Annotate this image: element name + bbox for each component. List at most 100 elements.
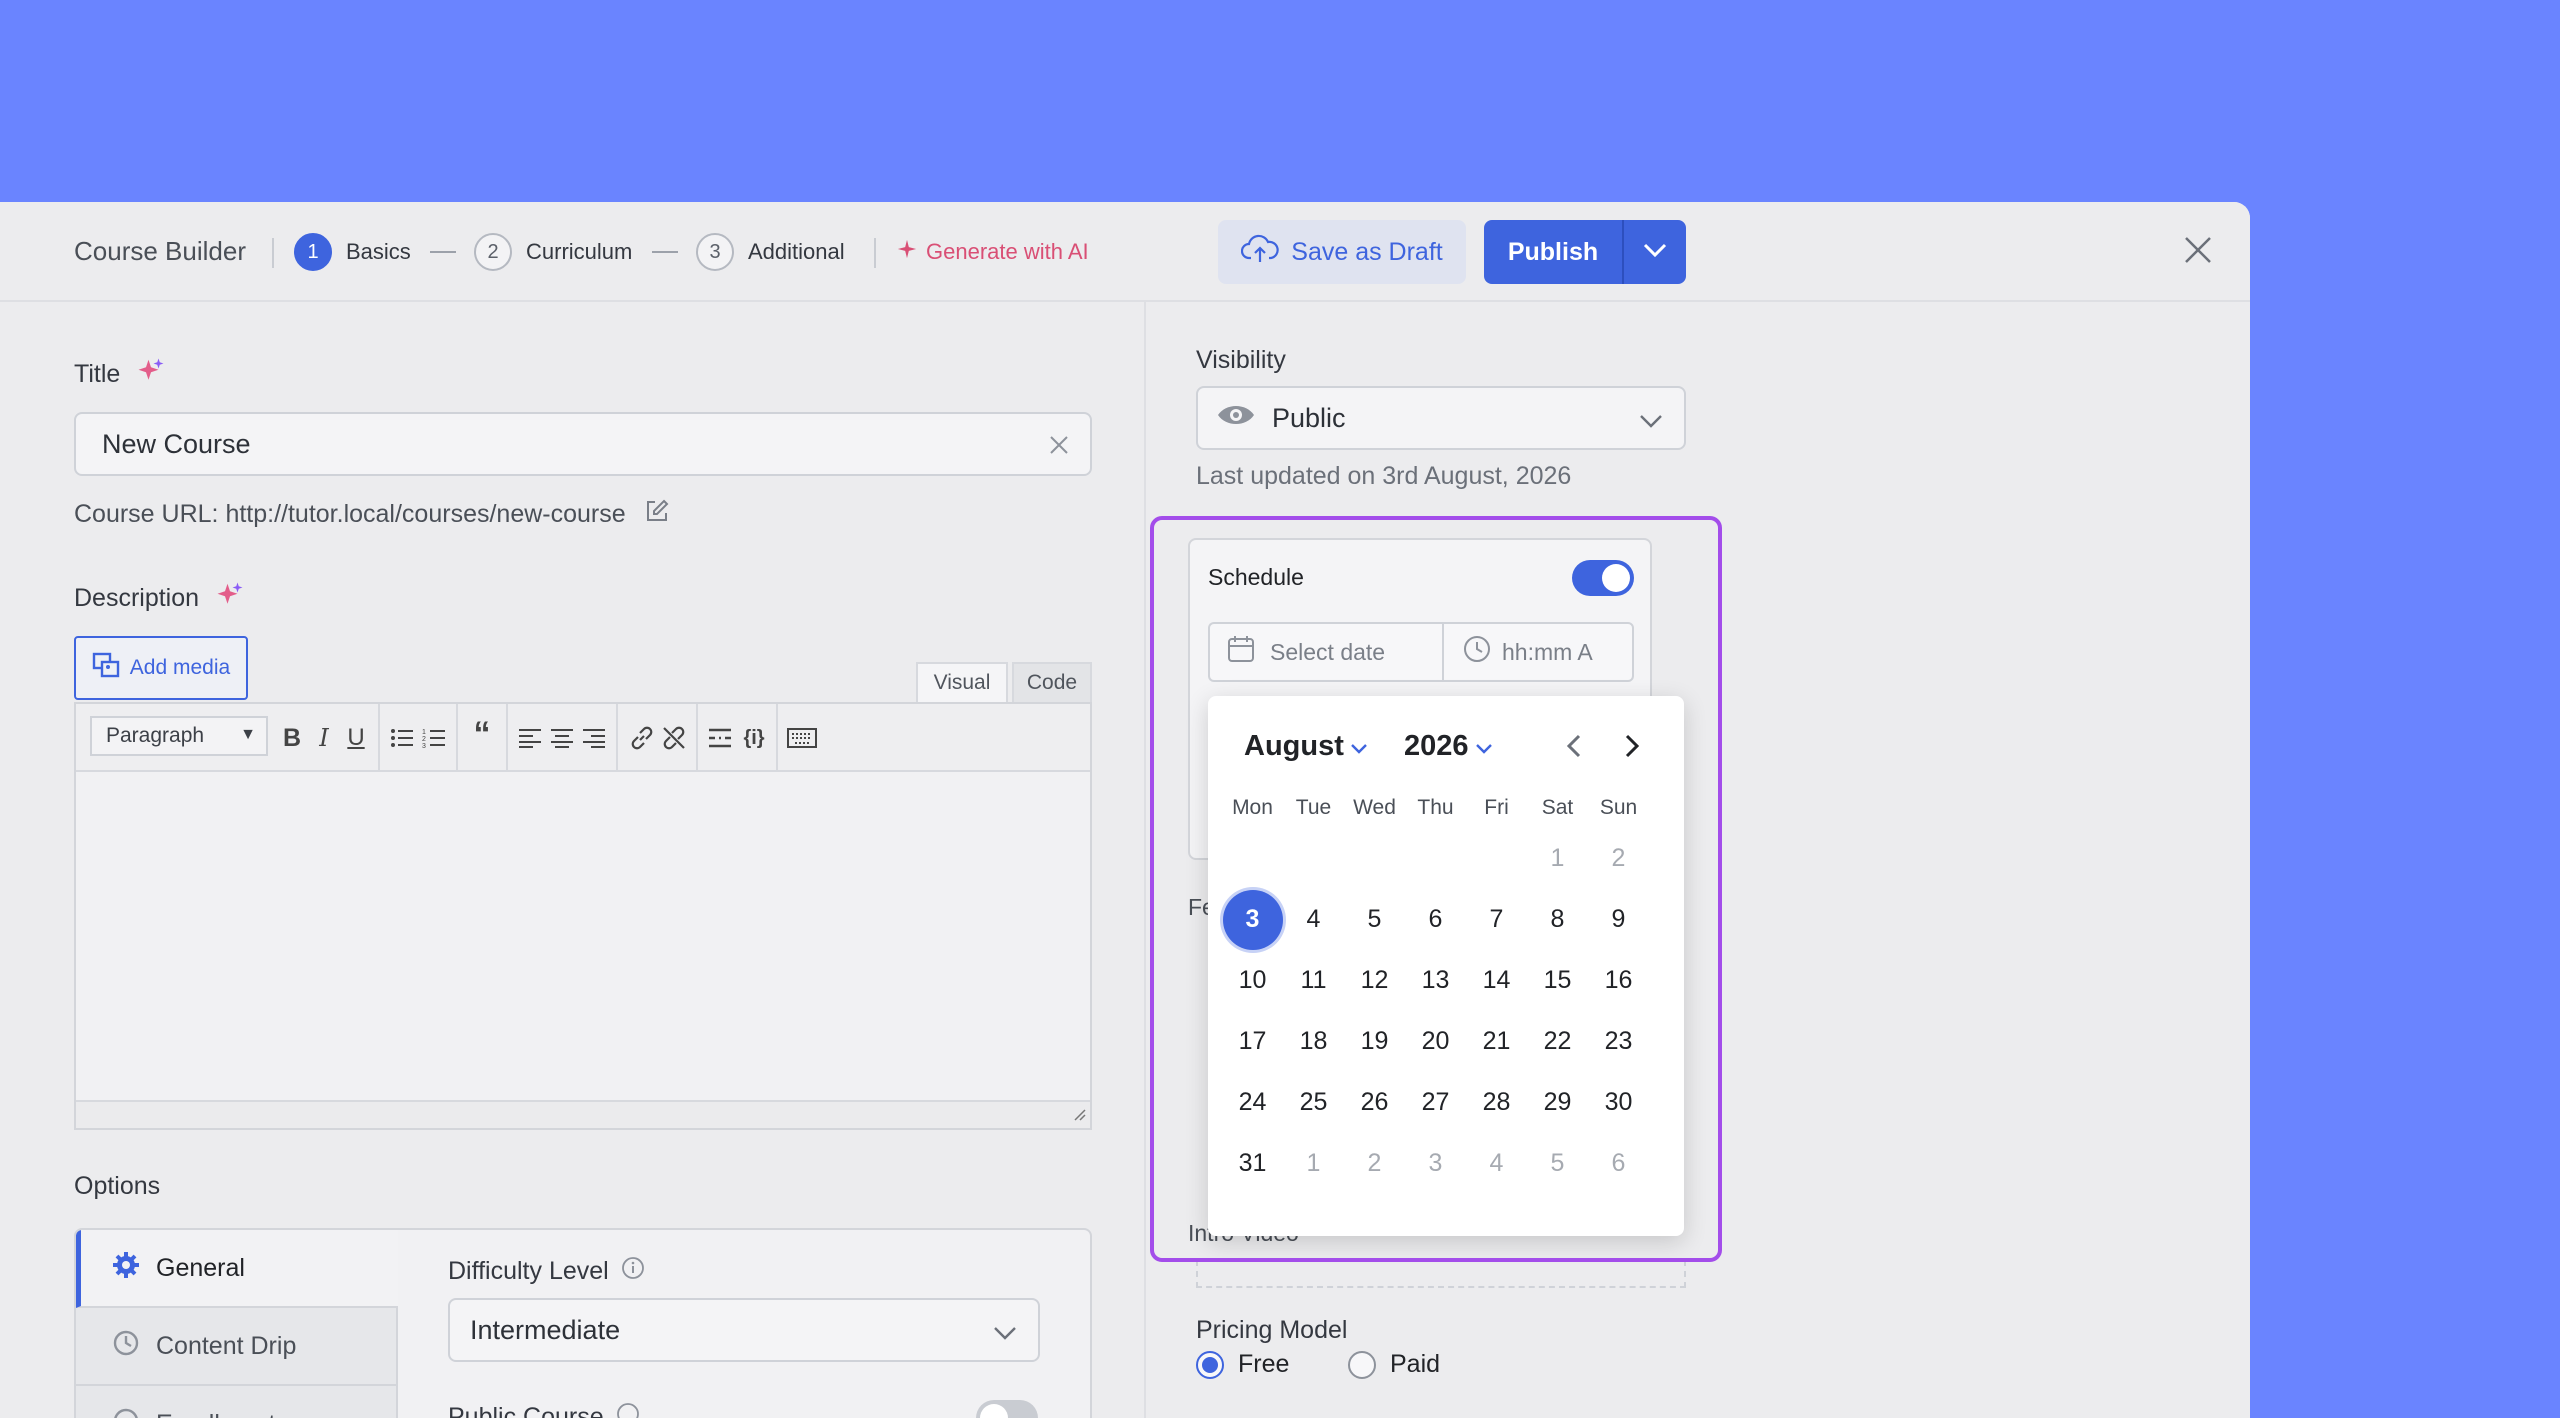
radio-label: Paid [1390,1350,1441,1378]
save-as-draft-label: Save as Draft [1291,237,1443,266]
public-course-label: Public Course [448,1403,604,1418]
keyboard-icon[interactable] [786,722,818,754]
options-tab-general[interactable]: General [76,1230,398,1308]
underline-icon[interactable]: U [340,722,372,754]
cloud-upload-icon [1241,234,1279,271]
editor-toolbar: Paragraph ▼ B I U 123 “ {i} [76,704,1090,772]
builder-title: Course Builder [74,236,246,266]
svg-text:2: 2 [422,736,426,743]
pricing-paid-radio[interactable]: Paid [1348,1350,1440,1379]
edit-icon[interactable] [644,498,670,531]
link-icon[interactable] [626,722,658,754]
bullet-list-icon[interactable] [386,722,418,754]
resize-handle-icon[interactable] [1070,1105,1086,1126]
chevron-down-icon [1638,406,1664,437]
header-bar: Course Builder 1 Basics 2 Curriculum 3 A… [0,202,2250,302]
options-tab-enrollment[interactable]: Enrollment [76,1386,398,1418]
toolbar-divider [456,704,458,772]
svg-text:3: 3 [422,743,426,749]
course-url: Course URL: http://tutor.local/courses/n… [74,500,626,528]
difficulty-label: Difficulty Level [448,1257,609,1285]
close-button[interactable] [2178,232,2218,272]
tab-code[interactable]: Code [1012,662,1092,702]
options-tab-content-drip[interactable]: Content Drip [76,1308,398,1386]
toolbar-divider [506,704,508,772]
publish-options-button[interactable] [1622,220,1686,284]
visibility-label: Visibility [1196,346,1286,374]
caret-down-icon: ▼ [240,726,256,743]
step-number: 1 [294,233,332,271]
pricing-model-label: Pricing Model [1196,1316,1348,1344]
description-editor[interactable]: Paragraph ▼ B I U 123 “ {i} [74,702,1092,1130]
align-center-icon[interactable] [546,722,578,754]
info-icon[interactable] [616,1402,640,1418]
sparkle-icon [896,238,918,266]
sparkle-icon[interactable] [136,356,166,393]
public-course-row: Public Course [448,1402,640,1418]
italic-icon[interactable]: I [308,722,340,754]
bold-icon[interactable]: B [276,722,308,754]
svg-text:1: 1 [422,729,426,736]
description-label: Description [74,584,200,612]
publish-button[interactable]: Publish [1484,220,1622,284]
title-label-row: Title [74,356,166,393]
toolbar-divider [696,704,698,772]
media-icon [92,652,120,684]
course-url-row: Course URL: http://tutor.local/courses/n… [74,498,670,531]
description-label-row: Description [74,580,245,617]
chevron-down-icon [1641,241,1669,264]
radio-button [1196,1350,1224,1379]
visibility-select[interactable]: Public [1196,386,1686,450]
unlink-icon[interactable] [658,722,690,754]
read-more-icon[interactable] [704,722,736,754]
generate-with-ai-button[interactable]: Generate with AI [896,238,1089,266]
step-additional[interactable]: 3 Additional [696,232,845,272]
toggle-knob [980,1404,1008,1418]
difficulty-value: Intermediate [470,1314,621,1345]
user-icon [112,1407,140,1418]
step-basics[interactable]: 1 Basics [294,232,411,272]
course-builder-panel: Course Builder 1 Basics 2 Curriculum 3 A… [0,202,2250,1418]
options-label: Options [74,1172,161,1200]
difficulty-label-row: Difficulty Level [448,1256,645,1287]
shortcode-icon[interactable]: {i} [738,722,770,754]
tab-visual[interactable]: Visual [916,662,1008,702]
paragraph-select[interactable]: Paragraph ▼ [90,716,268,756]
last-updated-text: Last updated on 3rd August, 2026 [1196,462,1572,490]
public-course-toggle[interactable] [976,1400,1038,1418]
align-left-icon[interactable] [514,722,546,754]
visibility-value: Public [1272,402,1346,433]
options-tab-label: General [156,1253,245,1282]
save-as-draft-button[interactable]: Save as Draft [1218,220,1466,284]
toolbar-divider [616,704,618,772]
basics-form: Title New Course Course URL: http://tuto… [0,302,1144,1418]
blockquote-icon[interactable]: “ [466,715,498,753]
step-label: Basics [346,239,411,264]
title-input[interactable]: New Course [74,412,1092,476]
step-curriculum[interactable]: 2 Curriculum [474,232,632,272]
header-divider [874,238,876,268]
paragraph-select-value: Paragraph [106,724,205,747]
step-label: Additional [748,239,845,264]
difficulty-select[interactable]: Intermediate [448,1298,1040,1362]
intro-video-dropzone[interactable] [1196,1260,1686,1288]
add-media-button[interactable]: Add media [74,636,248,700]
gear-icon [112,1251,140,1286]
add-media-label: Add media [129,656,231,679]
sparkle-icon[interactable] [215,580,245,617]
info-icon[interactable] [621,1256,645,1287]
options-tab-label: Content Drip [156,1331,297,1360]
toolbar-divider [776,704,778,772]
pricing-free-radio[interactable]: Free [1196,1350,1289,1379]
options-tab-label: Enrollment [156,1410,276,1418]
clear-icon[interactable] [1048,432,1070,463]
toolbar-divider [378,704,380,772]
chevron-down-icon [992,1318,1018,1349]
title-label: Title [74,360,121,388]
align-right-icon[interactable] [578,722,610,754]
step-connector [652,251,678,253]
step-label: Curriculum [526,239,633,264]
step-number: 3 [696,233,734,271]
title-value: New Course [102,428,251,459]
numbered-list-icon[interactable]: 123 [418,722,450,754]
